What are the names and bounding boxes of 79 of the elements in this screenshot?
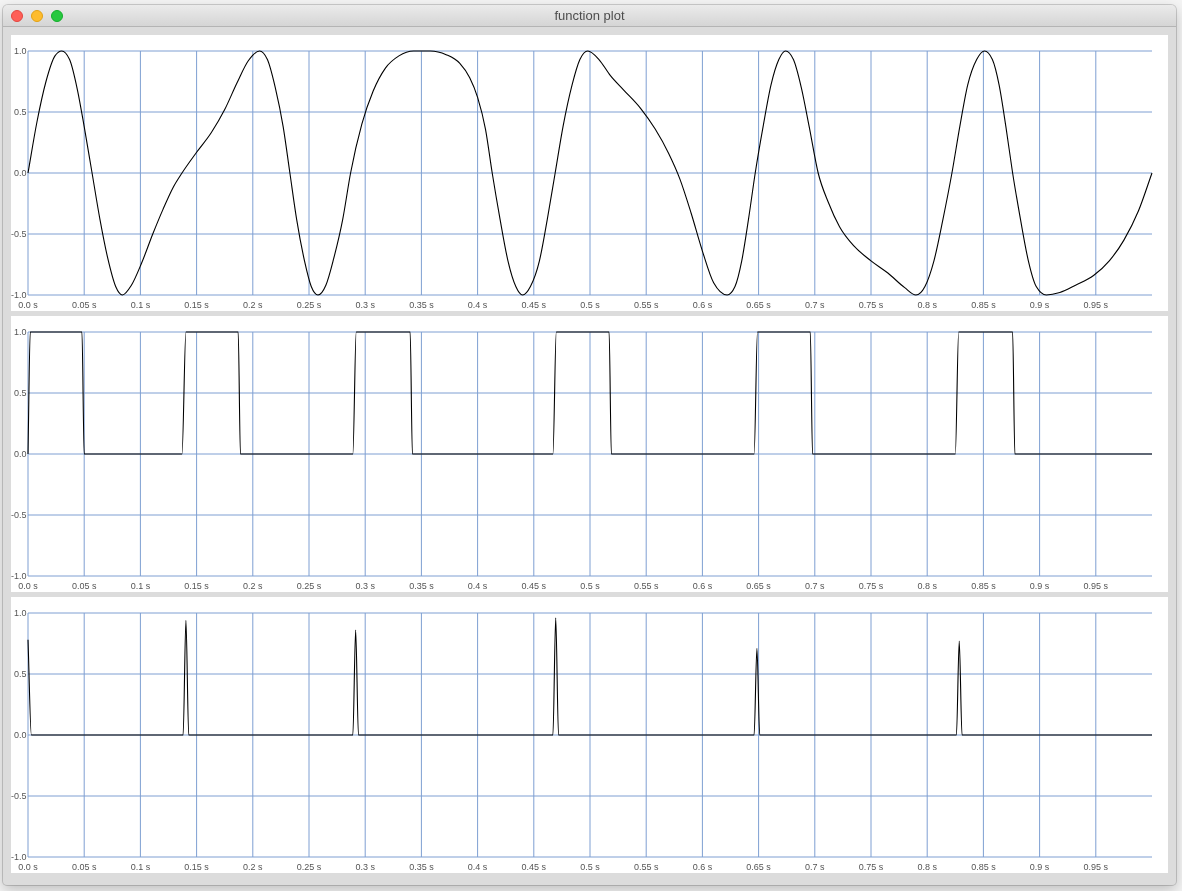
x-tick-label: 0.25 s: [296, 581, 322, 591]
x-tick-label: 0.5 s: [580, 300, 600, 310]
y-tick-label: 0.5: [14, 388, 27, 398]
x-tick-label: 0.9 s: [1029, 862, 1050, 872]
x-tick-label: 0.1 s: [130, 581, 151, 591]
x-tick-label: 0.05 s: [71, 300, 97, 310]
x-tick-label: 0.05 s: [71, 862, 97, 872]
x-tick-label: 0.55 s: [633, 862, 659, 872]
x-tick-label: 0.8 s: [917, 581, 937, 591]
y-tick-label: -0.5: [11, 791, 27, 801]
x-tick-label: 0.45 s: [521, 862, 547, 872]
y-tick-label: -1.0: [11, 290, 27, 300]
x-tick-label: 0.1 s: [130, 300, 151, 310]
zoom-button[interactable]: [51, 9, 63, 22]
x-tick-label: 0.75 s: [858, 862, 884, 872]
x-tick-label: 0.35 s: [409, 300, 434, 310]
y-tick-label: -1.0: [11, 571, 27, 581]
x-tick-label: 0.2 s: [243, 862, 263, 872]
x-tick-label: 0.15 s: [184, 581, 209, 591]
x-tick-label: 0.2 s: [243, 300, 263, 310]
x-tick-label: 0.5 s: [580, 862, 600, 872]
x-tick-label: 0.15 s: [184, 300, 209, 310]
x-tick-label: 0.65 s: [746, 862, 771, 872]
x-tick-label: 0.6 s: [692, 581, 713, 591]
x-tick-label: 0.95 s: [1083, 862, 1109, 872]
x-tick-label: 0.65 s: [746, 581, 771, 591]
x-tick-label: 0.95 s: [1083, 581, 1109, 591]
x-tick-label: 0.4 s: [467, 862, 488, 872]
minimize-button[interactable]: [31, 9, 43, 22]
x-tick-label: 0.85 s: [971, 581, 996, 591]
y-tick-label: 1.0: [14, 327, 27, 337]
x-tick-label: 0.0 s: [18, 581, 38, 591]
x-tick-label: 0.7 s: [805, 862, 825, 872]
x-tick-label: 0.3 s: [355, 581, 375, 591]
y-tick-label: 1.0: [14, 46, 27, 56]
x-tick-label: 0.7 s: [805, 300, 825, 310]
x-tick-label: 0.4 s: [467, 581, 488, 591]
y-tick-label: 1.0: [14, 608, 27, 618]
x-tick-label: 0.3 s: [355, 862, 375, 872]
x-tick-label: 0.35 s: [409, 862, 434, 872]
x-tick-label: 0.8 s: [917, 862, 937, 872]
x-tick-label: 0.8 s: [917, 300, 937, 310]
x-tick-label: 0.45 s: [521, 300, 547, 310]
y-tick-label: -0.5: [11, 229, 27, 239]
x-tick-label: 0.05 s: [71, 581, 97, 591]
x-tick-label: 0.9 s: [1029, 581, 1050, 591]
x-tick-label: 0.4 s: [467, 300, 488, 310]
x-tick-label: 0.5 s: [580, 581, 600, 591]
x-tick-label: 0.25 s: [296, 862, 322, 872]
x-tick-label: 0.55 s: [633, 581, 659, 591]
y-tick-label: 0.5: [14, 107, 27, 117]
x-tick-label: 0.85 s: [971, 300, 996, 310]
x-tick-label: 0.0 s: [18, 862, 38, 872]
y-tick-label: -0.5: [11, 510, 27, 520]
x-tick-label: 0.15 s: [184, 862, 209, 872]
window-title: function plot: [554, 8, 625, 23]
y-tick-label: -1.0: [11, 852, 27, 862]
x-tick-label: 0.75 s: [858, 581, 884, 591]
y-tick-label: 0.0: [14, 730, 27, 740]
x-tick-label: 0.55 s: [633, 300, 659, 310]
x-tick-label: 0.75 s: [858, 300, 884, 310]
y-tick-label: 0.5: [14, 669, 27, 679]
x-tick-label: 0.1 s: [130, 862, 151, 872]
y-tick-label: 0.0: [14, 168, 27, 178]
x-tick-label: 0.6 s: [692, 862, 713, 872]
x-tick-label: 0.85 s: [971, 862, 996, 872]
x-tick-label: 0.6 s: [692, 300, 713, 310]
close-button[interactable]: [11, 9, 23, 22]
y-tick-label: 0.0: [14, 449, 27, 459]
x-tick-label: 0.35 s: [409, 581, 434, 591]
x-tick-label: 0.95 s: [1083, 300, 1109, 310]
x-tick-label: 0.9 s: [1029, 300, 1050, 310]
x-tick-label: 0.45 s: [521, 581, 547, 591]
x-tick-label: 0.7 s: [805, 581, 825, 591]
x-tick-label: 0.2 s: [243, 581, 263, 591]
x-tick-label: 0.25 s: [296, 300, 322, 310]
x-tick-label: 0.3 s: [355, 300, 375, 310]
x-tick-label: 0.0 s: [18, 300, 38, 310]
x-tick-label: 0.65 s: [746, 300, 771, 310]
